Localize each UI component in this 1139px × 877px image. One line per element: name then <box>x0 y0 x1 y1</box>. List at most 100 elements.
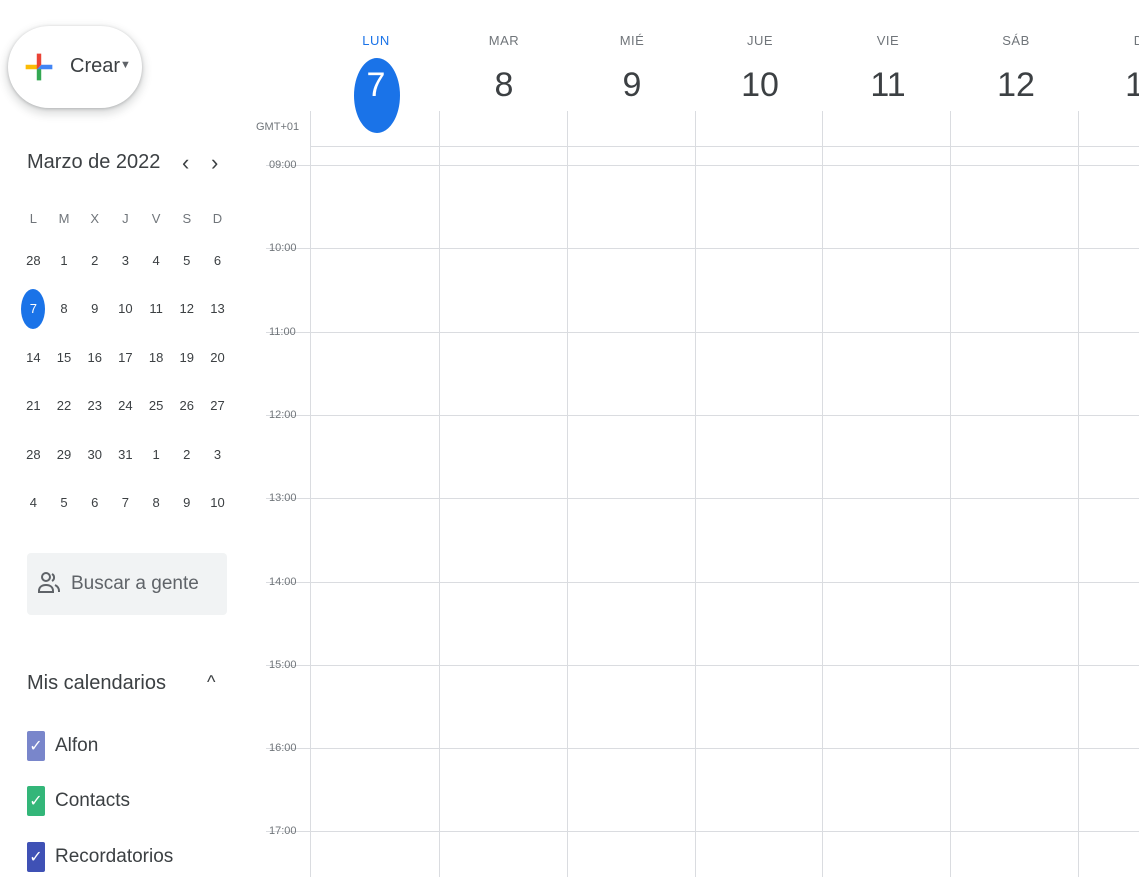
mini-calendar-day[interactable]: 4 <box>18 495 49 510</box>
mini-calendar-day[interactable]: 23 <box>79 398 110 413</box>
mini-calendar-day[interactable]: 18 <box>141 350 172 365</box>
mini-calendar-day[interactable]: 6 <box>79 495 110 510</box>
chevron-right-icon[interactable]: › <box>211 150 218 176</box>
mini-calendar-day[interactable]: 8 <box>49 301 80 316</box>
day-of-week-label: LUN <box>362 33 390 48</box>
chevron-up-icon[interactable]: ^ <box>207 672 215 693</box>
mini-calendar-day[interactable]: 29 <box>49 447 80 462</box>
calendar-item-alfon[interactable]: ✓ Alfon <box>27 729 98 763</box>
day-column-divider <box>439 111 440 877</box>
mini-calendar-day[interactable]: 20 <box>202 350 233 365</box>
calendar-name: Alfon <box>55 735 99 756</box>
all-day-divider <box>310 146 1139 147</box>
day-of-week-label: JUE <box>746 33 774 48</box>
create-label: Crear <box>70 55 121 77</box>
hour-label: 13:00 <box>269 492 297 504</box>
mini-calendar-day[interactable]: 8 <box>141 495 172 510</box>
day-number[interactable]: 7 <box>312 68 440 102</box>
mini-calendar-day[interactable]: 13 <box>202 301 233 316</box>
mini-calendar-weekdays: L M X J V S D <box>18 200 233 236</box>
create-button[interactable]: Crear ▼ <box>8 26 142 108</box>
mini-calendar-day[interactable]: 26 <box>171 398 202 413</box>
day-column-divider <box>1078 111 1079 877</box>
day-number[interactable]: 9 <box>568 68 696 102</box>
calendar-name: Recordatorios <box>55 846 174 867</box>
chevron-left-icon[interactable]: ‹ <box>182 150 189 176</box>
mini-calendar-day[interactable]: 15 <box>49 350 80 365</box>
calendar-item-contacts[interactable]: ✓ Contacts <box>27 784 130 818</box>
my-calendars-title: Mis calendarios <box>27 672 166 694</box>
mini-calendar-day[interactable]: 11 <box>141 301 172 316</box>
hour-label: 11:00 <box>269 326 296 338</box>
day-header[interactable]: JUE 10 <box>696 0 824 140</box>
mini-calendar-day[interactable]: 9 <box>79 301 110 316</box>
mini-calendar-day[interactable]: 4 <box>141 253 172 268</box>
mini-calendar-day[interactable]: 5 <box>171 253 202 268</box>
hour-gridline <box>266 165 1139 166</box>
mini-calendar-day[interactable]: 1 <box>141 447 172 462</box>
mini-calendar-day[interactable]: 10 <box>202 495 233 510</box>
day-number[interactable]: 13 <box>1080 68 1139 102</box>
mini-calendar-day[interactable]: 2 <box>79 253 110 268</box>
day-column-divider <box>822 111 823 877</box>
day-column-divider <box>950 111 951 877</box>
mini-calendar-day[interactable]: 12 <box>171 301 202 316</box>
hour-gridline <box>266 665 1139 666</box>
day-of-week-label: MIÉ <box>619 33 645 48</box>
mini-calendar-day[interactable]: 14 <box>18 350 49 365</box>
day-number[interactable]: 10 <box>696 68 824 102</box>
mini-calendar-week: 28 1 2 3 4 5 6 <box>18 236 233 285</box>
plus-icon <box>25 53 53 81</box>
mini-calendar-day[interactable]: 5 <box>49 495 80 510</box>
mini-calendar-day[interactable]: 25 <box>141 398 172 413</box>
mini-calendar-day[interactable]: 17 <box>110 350 141 365</box>
mini-calendar-day[interactable]: 7 <box>110 495 141 510</box>
mini-calendar-day[interactable]: 3 <box>110 253 141 268</box>
mini-calendar-day[interactable]: 3 <box>202 447 233 462</box>
mini-calendar: L M X J V S D 28 1 2 3 4 5 6 7 8 9 10 11 12 13 14 15 16 1… <box>18 200 233 527</box>
day-number[interactable]: 11 <box>824 68 952 102</box>
calendar-item-recordatorios[interactable]: ✓ Recordatorios <box>27 840 173 874</box>
day-header[interactable]: SÁB 12 <box>952 0 1080 140</box>
day-header[interactable]: MAR 8 <box>440 0 568 140</box>
hour-gridline <box>266 748 1139 749</box>
checkbox-checked-icon[interactable]: ✓ <box>27 786 45 816</box>
day-number[interactable]: 12 <box>952 68 1080 102</box>
day-number[interactable]: 8 <box>440 68 568 102</box>
day-header[interactable]: VIE 11 <box>824 0 952 140</box>
mini-calendar-day[interactable]: 30 <box>79 447 110 462</box>
mini-calendar-day[interactable]: 22 <box>49 398 80 413</box>
day-of-week-label: MAR <box>488 33 520 48</box>
mini-calendar-day[interactable]: 19 <box>171 350 202 365</box>
checkbox-checked-icon[interactable]: ✓ <box>27 842 45 872</box>
mini-calendar-day[interactable]: 16 <box>79 350 110 365</box>
mini-calendar-title: Marzo de 2022 <box>27 151 161 173</box>
mini-calendar-day[interactable]: 1 <box>49 253 80 268</box>
mini-calendar-day[interactable]: 28 <box>18 447 49 462</box>
checkbox-checked-icon[interactable]: ✓ <box>27 731 45 761</box>
hour-label: 09:00 <box>269 159 297 171</box>
mini-calendar-day[interactable]: 31 <box>110 447 141 462</box>
day-header[interactable]: LUN 7 <box>312 0 440 140</box>
sidebar: Crear ▼ Marzo de 2022 ‹ › L M X J V S D … <box>0 0 250 877</box>
day-header[interactable]: MIÉ 9 <box>568 0 696 140</box>
hour-label: 16:00 <box>269 742 297 754</box>
mini-calendar-day[interactable]: 6 <box>202 253 233 268</box>
calendar-name: Contacts <box>55 790 130 811</box>
mini-calendar-day[interactable]: 2 <box>171 447 202 462</box>
caret-down-icon: ▼ <box>120 59 131 71</box>
mini-calendar-day[interactable]: 21 <box>18 398 49 413</box>
mini-calendar-day[interactable]: 7 <box>18 288 49 329</box>
day-header[interactable]: DO 13 <box>1080 0 1139 140</box>
mini-calendar-day[interactable]: 9 <box>171 495 202 510</box>
hour-label: 17:00 <box>269 825 297 837</box>
hour-gridline <box>266 415 1139 416</box>
mini-calendar-day[interactable]: 27 <box>202 398 233 413</box>
hour-gridline <box>266 498 1139 499</box>
hour-gridline <box>266 332 1139 333</box>
mini-calendar-day[interactable]: 24 <box>110 398 141 413</box>
search-people-input[interactable]: Buscar a gente <box>27 553 227 615</box>
mini-calendar-day[interactable]: 10 <box>110 301 141 316</box>
mini-calendar-day[interactable]: 28 <box>18 253 49 268</box>
weekday-label: X <box>90 210 100 226</box>
